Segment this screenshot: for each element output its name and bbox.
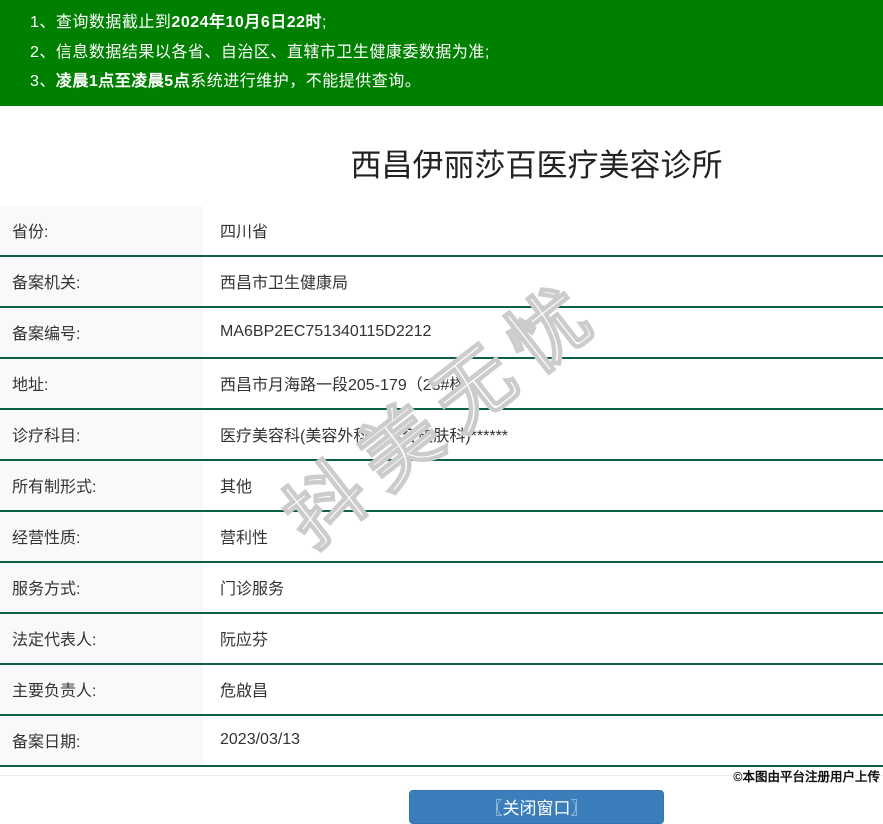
row-label: 服务方式: — [0, 561, 203, 614]
row-label: 地址: — [0, 357, 203, 410]
row-value: 西昌市月海路一段205-179（23#楼） — [203, 357, 883, 410]
table-row: 服务方式: 门诊服务 — [0, 561, 883, 614]
row-value: 2023/03/13 — [203, 714, 883, 767]
notice-line-number: 3、 — [30, 73, 56, 90]
row-value: 危啟昌 — [203, 663, 883, 716]
row-label: 诊疗科目: — [0, 408, 203, 461]
notice-line-bold: 凌晨1点至凌晨5点 — [55, 73, 191, 90]
notice-line-text: 信息数据结果以各省、自治区、直辖市卫生健康委数据为准; — [55, 43, 490, 61]
row-value: MA6BP2EC751340115D2212 — [203, 306, 883, 359]
table-row: 诊疗科目: 医疗美容科(美容外科，美容皮肤科)****** — [0, 408, 883, 461]
row-value: 阮应芬 — [203, 612, 883, 665]
row-label: 备案机关: — [0, 255, 203, 308]
notice-line-3: 3、凌晨1点至凌晨5点系统进行维护，不能提供查询。 — [0, 67, 883, 97]
row-label: 省份: — [0, 205, 203, 257]
row-value: 门诊服务 — [203, 561, 883, 614]
notice-line-text: ; — [322, 14, 327, 31]
row-value: 西昌市卫生健康局 — [203, 255, 883, 308]
notice-line-number: 1、 — [30, 14, 56, 31]
page-title: 西昌伊丽莎百医疗美容诊所 — [350, 147, 723, 183]
row-label: 法定代表人: — [0, 612, 203, 665]
table-row: 所有制形式: 其他 — [0, 459, 883, 512]
notice-banner: 1、查询数据截止到2024年10月6日22时; 2、信息数据结果以各省、自治区、… — [0, 0, 883, 106]
row-label: 主要负责人: — [0, 663, 203, 716]
table-row: 主要负责人: 危啟昌 — [0, 663, 883, 716]
row-label: 经营性质: — [0, 510, 203, 563]
table-row: 省份: 四川省 — [0, 205, 883, 257]
notice-line-1: 1、查询数据截止到2024年10月6日22时; — [0, 8, 883, 38]
notice-line-2: 2、信息数据结果以各省、自治区、直辖市卫生健康委数据为准; — [0, 38, 883, 68]
row-value: 营利性 — [203, 510, 883, 563]
table-row: 备案机关: 西昌市卫生健康局 — [0, 255, 883, 308]
row-label: 所有制形式: — [0, 459, 203, 512]
table-row: 备案编号: MA6BP2EC751340115D2212 — [0, 306, 883, 359]
row-label: 备案日期: — [0, 714, 203, 767]
notice-line-text: 查询数据截止到 — [55, 14, 172, 31]
button-row: 〖关闭窗口〗 — [0, 789, 883, 824]
notice-line-text: 系统进行维护，不能提供查询。 — [190, 73, 422, 90]
close-window-button[interactable]: 〖关闭窗口〗 — [409, 789, 664, 824]
info-table: 省份: 四川省 备案机关: 西昌市卫生健康局 备案编号: MA6BP2EC751… — [0, 205, 883, 767]
notice-line-number: 2、 — [30, 43, 56, 61]
row-value: 其他 — [203, 459, 883, 512]
table-row: 经营性质: 营利性 — [0, 510, 883, 563]
row-value: 四川省 — [203, 205, 883, 257]
table-row: 地址: 西昌市月海路一段205-179（23#楼） — [0, 357, 883, 410]
row-value: 医疗美容科(美容外科，美容皮肤科)****** — [203, 408, 883, 461]
table-row: 法定代表人: 阮应芬 — [0, 612, 883, 665]
table-row: 备案日期: 2023/03/13 — [0, 714, 883, 767]
credit-text: ©本图由平台注册用户上传 — [733, 770, 880, 784]
notice-line-bold: 2024年10月6日22时 — [171, 14, 323, 31]
row-label: 备案编号: — [0, 306, 203, 359]
